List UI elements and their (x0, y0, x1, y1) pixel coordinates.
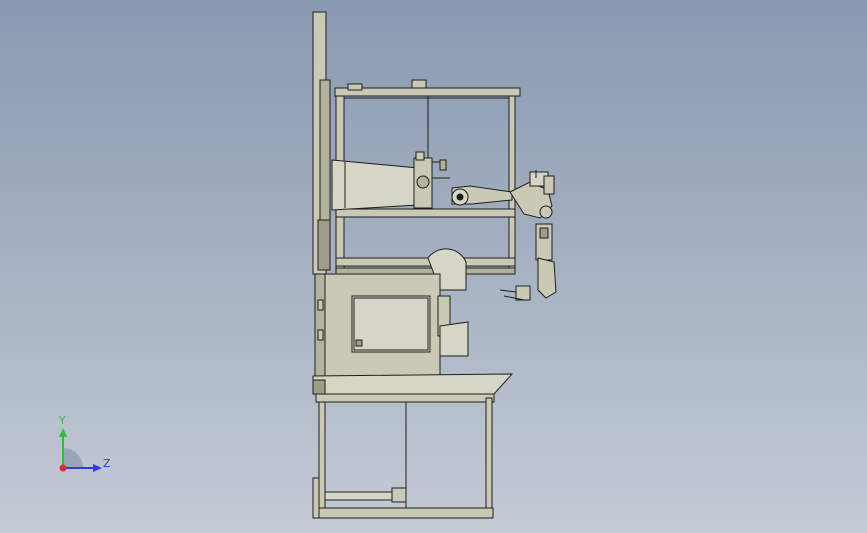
base-frame-post-right (485, 397, 493, 511)
upper-frame-post-right (508, 95, 516, 273)
upper-frame-top-rail (334, 87, 521, 97)
top-handle (411, 79, 427, 89)
base-shelf (324, 491, 404, 501)
triad-z-label: Z (103, 457, 111, 470)
cabinet-panel (351, 295, 431, 353)
table-top (312, 373, 514, 395)
triad-y-label: Y (59, 414, 66, 427)
cabinet-wedge (439, 321, 469, 357)
mid-rail-3 (335, 267, 516, 275)
cabinet-side-strip (314, 273, 326, 377)
coordinate-triad: Y Z (48, 414, 118, 480)
machine-model[interactable] (0, 0, 867, 533)
back-panel-strip (317, 219, 331, 271)
mid-rail-2 (335, 257, 516, 267)
upper-frame-lower-window (343, 216, 510, 259)
base-frame-top-rail (315, 393, 495, 403)
robot-arm-wrist (537, 257, 557, 299)
mid-rail-1 (335, 208, 516, 218)
base-bottom-rail (312, 507, 494, 519)
cad-viewport[interactable]: Y Z (0, 0, 867, 533)
top-left-clip (347, 83, 363, 91)
base-frame-post-left (318, 401, 326, 511)
